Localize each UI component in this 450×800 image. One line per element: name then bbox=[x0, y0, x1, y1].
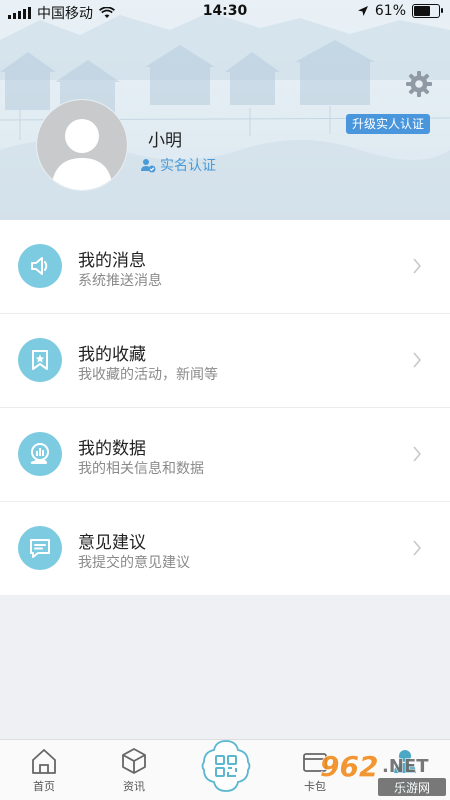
upgrade-verify-button[interactable]: 升级实人认证 bbox=[346, 114, 431, 134]
watermark-suffix: .NET bbox=[382, 756, 429, 777]
real-name-verify-link[interactable]: 实名认证 bbox=[140, 155, 216, 175]
menu-title: 意见建议 bbox=[78, 533, 146, 553]
site-watermark-logo: 962 .NET 乐游网 bbox=[319, 749, 446, 796]
verified-user-icon bbox=[141, 159, 156, 173]
watermark-sub: 乐游网 bbox=[394, 781, 430, 795]
avatar[interactable] bbox=[37, 100, 127, 190]
profile-header: 小明 实名认证 升级实人认证 bbox=[0, 0, 450, 220]
tab-label: 资讯 bbox=[123, 780, 145, 793]
menu-item-messages[interactable]: 我的消息 系统推送消息 bbox=[0, 220, 450, 314]
speaker-icon bbox=[18, 244, 62, 288]
menu-title: 我的收藏 bbox=[78, 345, 146, 365]
qr-scan-icon bbox=[201, 740, 251, 792]
chevron-right-icon bbox=[413, 352, 422, 368]
menu-item-feedback[interactable]: 意见建议 我提交的意见建议 bbox=[0, 502, 450, 595]
data-hand-icon bbox=[18, 432, 62, 476]
menu-subtitle: 我收藏的活动，新闻等 bbox=[78, 367, 218, 383]
menu-subtitle: 我提交的意见建议 bbox=[78, 555, 190, 571]
tab-home[interactable]: 首页 bbox=[9, 746, 79, 794]
menu-title: 我的消息 bbox=[78, 251, 146, 271]
tab-news[interactable]: 资讯 bbox=[99, 746, 169, 794]
bookmark-star-icon bbox=[18, 338, 62, 382]
battery-percent: 61% bbox=[374, 3, 406, 19]
home-icon bbox=[32, 749, 56, 774]
menu-item-data[interactable]: 我的数据 我的相关信息和数据 bbox=[0, 408, 450, 502]
battery-level bbox=[414, 6, 430, 16]
gear-icon[interactable] bbox=[405, 70, 433, 98]
tab-scan[interactable] bbox=[198, 738, 254, 794]
default-avatar-icon bbox=[37, 100, 127, 190]
verify-label: 实名认证 bbox=[160, 158, 216, 174]
chevron-right-icon bbox=[413, 258, 422, 274]
chevron-right-icon bbox=[413, 446, 422, 462]
menu-list: 我的消息 系统推送消息 我的收藏 我收藏的活动，新闻等 我的数据 我的相关信息和… bbox=[0, 220, 450, 595]
menu-item-favorites[interactable]: 我的收藏 我收藏的活动，新闻等 bbox=[0, 314, 450, 408]
chevron-right-icon bbox=[413, 540, 422, 556]
menu-subtitle: 我的相关信息和数据 bbox=[78, 461, 204, 477]
tab-label: 首页 bbox=[33, 780, 55, 793]
chat-icon bbox=[18, 526, 62, 570]
battery-icon bbox=[412, 4, 443, 18]
status-bar: 中国移动 14:30 61% bbox=[0, 0, 450, 24]
menu-title: 我的数据 bbox=[78, 439, 146, 459]
status-right: 61% bbox=[357, 3, 443, 19]
cube-icon bbox=[122, 748, 146, 774]
username: 小明 bbox=[148, 131, 182, 151]
menu-subtitle: 系统推送消息 bbox=[78, 273, 162, 289]
watermark-brand: 962 bbox=[320, 750, 378, 783]
location-arrow-icon bbox=[357, 6, 368, 16]
